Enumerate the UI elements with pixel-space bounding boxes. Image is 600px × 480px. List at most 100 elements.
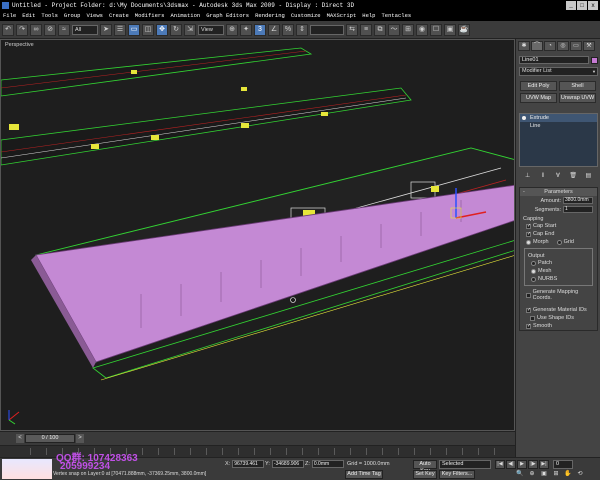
object-color-swatch[interactable] (591, 56, 598, 64)
segments-spinner[interactable]: 1 (563, 206, 593, 213)
menu-help[interactable]: Help (362, 11, 375, 21)
parameters-rollout-header[interactable]: - Parameters (520, 188, 597, 196)
spinner-snap-icon[interactable]: ⇕ (296, 23, 308, 36)
mesh-radio[interactable] (531, 268, 536, 274)
reference-coord-dropdown[interactable]: View (198, 24, 224, 35)
menu-group[interactable]: Group (64, 11, 81, 21)
mirror-icon[interactable]: ⇆ (346, 23, 358, 36)
maxscript-listener[interactable] (2, 459, 52, 479)
viewport-scene[interactable] (1, 40, 515, 431)
unlink-icon[interactable]: ⊘ (44, 23, 56, 36)
move-icon[interactable]: ✥ (156, 23, 168, 36)
mesh-option[interactable]: Mesh (525, 267, 592, 275)
nurbs-radio[interactable] (531, 276, 536, 282)
use-shape-ids-checkbox[interactable] (530, 315, 535, 321)
grid-option[interactable]: Grid (556, 239, 574, 245)
key-filters-button[interactable]: Key Filters... (439, 470, 475, 479)
maximize-button[interactable]: □ (577, 1, 587, 10)
gen-mapping-checkbox[interactable] (526, 292, 531, 298)
stack-item-extrude[interactable]: Extrude (520, 114, 597, 122)
show-end-result-icon[interactable]: ‖ (538, 172, 547, 181)
rotate-icon[interactable]: ↻ (170, 23, 182, 36)
tab-motion[interactable]: ◎ (557, 41, 569, 51)
bulb-icon[interactable] (522, 116, 526, 120)
rendered-frame-icon[interactable]: ▣ (444, 23, 456, 36)
tab-hierarchy[interactable]: ◔ (544, 41, 556, 51)
remove-modifier-icon[interactable]: 🗑 (569, 172, 578, 181)
modifier-stack[interactable]: Extrude Line (519, 113, 598, 167)
z-coord-field[interactable]: 0.0mm (311, 460, 344, 468)
morph-option[interactable]: Morph (526, 239, 549, 245)
align-icon[interactable]: ≡ (360, 23, 372, 36)
use-shape-ids-row[interactable]: Use Shape IDs (520, 314, 597, 322)
zoom-extents-all-icon[interactable]: ⊞ (551, 470, 561, 479)
object-name-field[interactable]: Line01 (519, 56, 589, 64)
modifier-list-dropdown[interactable]: Modifier List (519, 67, 598, 76)
zoom-extents-icon[interactable]: ▣ (539, 470, 549, 479)
stack-item-line[interactable]: Line (520, 122, 597, 130)
time-next-icon[interactable]: > (76, 434, 84, 443)
time-slider[interactable]: 0 / 100 (25, 434, 75, 443)
app-icon[interactable] (2, 2, 9, 9)
cap-end-checkbox[interactable]: ✓ (526, 231, 531, 237)
named-selection-dropdown[interactable] (310, 24, 344, 35)
menu-views[interactable]: Views (86, 11, 103, 21)
gen-material-ids-row[interactable]: ✓ Generate Material IDs (520, 306, 597, 314)
pin-stack-icon[interactable]: ⊥ (523, 172, 532, 181)
render-setup-icon[interactable]: ☐ (430, 23, 442, 36)
menu-animation[interactable]: Animation (170, 11, 200, 21)
next-frame-icon[interactable]: |▶ (528, 460, 538, 469)
tab-display[interactable]: ▭ (570, 41, 582, 51)
set-key-button[interactable]: Set Key (413, 470, 437, 479)
pan-icon[interactable]: ✋ (563, 470, 573, 479)
menu-file[interactable]: File (3, 11, 16, 21)
nurbs-option[interactable]: NURBS (525, 275, 592, 283)
close-button[interactable]: x (588, 1, 598, 10)
smooth-row[interactable]: ✓ Smooth (520, 322, 597, 330)
go-to-end-icon[interactable]: ▶| (539, 460, 549, 469)
layer-manager-icon[interactable]: ⧉ (374, 23, 386, 36)
menu-create[interactable]: Create (109, 11, 129, 21)
percent-snap-icon[interactable]: % (282, 23, 294, 36)
key-mode-dropdown[interactable]: Selected (439, 460, 491, 469)
rect-region-icon[interactable]: ▭ (128, 23, 140, 36)
menu-maxscript[interactable]: MAXScript (327, 11, 357, 21)
tab-modify[interactable]: ⌒ (531, 41, 543, 51)
perspective-viewport[interactable]: Perspective (0, 39, 515, 431)
gen-mapping-row[interactable]: Generate Mapping Coords. (520, 288, 597, 302)
y-coord-field[interactable]: -34689.906 (271, 460, 304, 468)
selection-filter-dropdown[interactable]: All (72, 24, 98, 35)
grid-radio[interactable] (556, 239, 562, 245)
angle-snap-icon[interactable]: ∠ (268, 23, 280, 36)
orbit-icon[interactable]: ⟲ (575, 470, 585, 479)
pivot-icon[interactable]: ⊕ (226, 23, 238, 36)
window-crossing-icon[interactable]: ◫ (142, 23, 154, 36)
unwrap-uvw-button[interactable]: Unwrap UVW (559, 93, 596, 103)
snap-toggle-icon[interactable]: 3 (254, 23, 266, 36)
tab-utilities[interactable]: ⚒ (583, 41, 595, 51)
play-icon[interactable]: ▶ (517, 460, 527, 469)
add-time-tag-button[interactable]: Add Time Tag (345, 470, 383, 479)
cap-start-row[interactable]: ✓ Cap Start (520, 222, 597, 230)
patch-radio[interactable] (531, 260, 536, 266)
schematic-view-icon[interactable]: ⊞ (402, 23, 414, 36)
menu-edit[interactable]: Edit (22, 11, 35, 21)
curve-editor-icon[interactable]: 〜 (388, 23, 400, 36)
cap-start-checkbox[interactable]: ✓ (526, 223, 531, 229)
uvw-map-button[interactable]: UVW Map (520, 93, 557, 103)
edit-poly-button[interactable]: Edit Poly (520, 81, 557, 91)
redo-icon[interactable]: ↷ (16, 23, 28, 36)
time-prev-icon[interactable]: < (16, 434, 24, 443)
go-to-start-icon[interactable]: |◀ (495, 460, 505, 469)
material-editor-icon[interactable]: ◉ (416, 23, 428, 36)
shell-button[interactable]: Shell (559, 81, 596, 91)
make-unique-icon[interactable]: ∀ (553, 172, 562, 181)
prev-frame-icon[interactable]: ◀| (506, 460, 516, 469)
render-icon[interactable]: ☕ (458, 23, 470, 36)
menu-tools[interactable]: Tools (41, 11, 58, 21)
select-by-name-icon[interactable]: ☰ (114, 23, 126, 36)
menu-rendering[interactable]: Rendering (255, 11, 285, 21)
configure-sets-icon[interactable]: ▤ (584, 172, 593, 181)
viewport-label[interactable]: Perspective (5, 42, 34, 48)
auto-key-button[interactable]: Auto Key (413, 460, 437, 474)
